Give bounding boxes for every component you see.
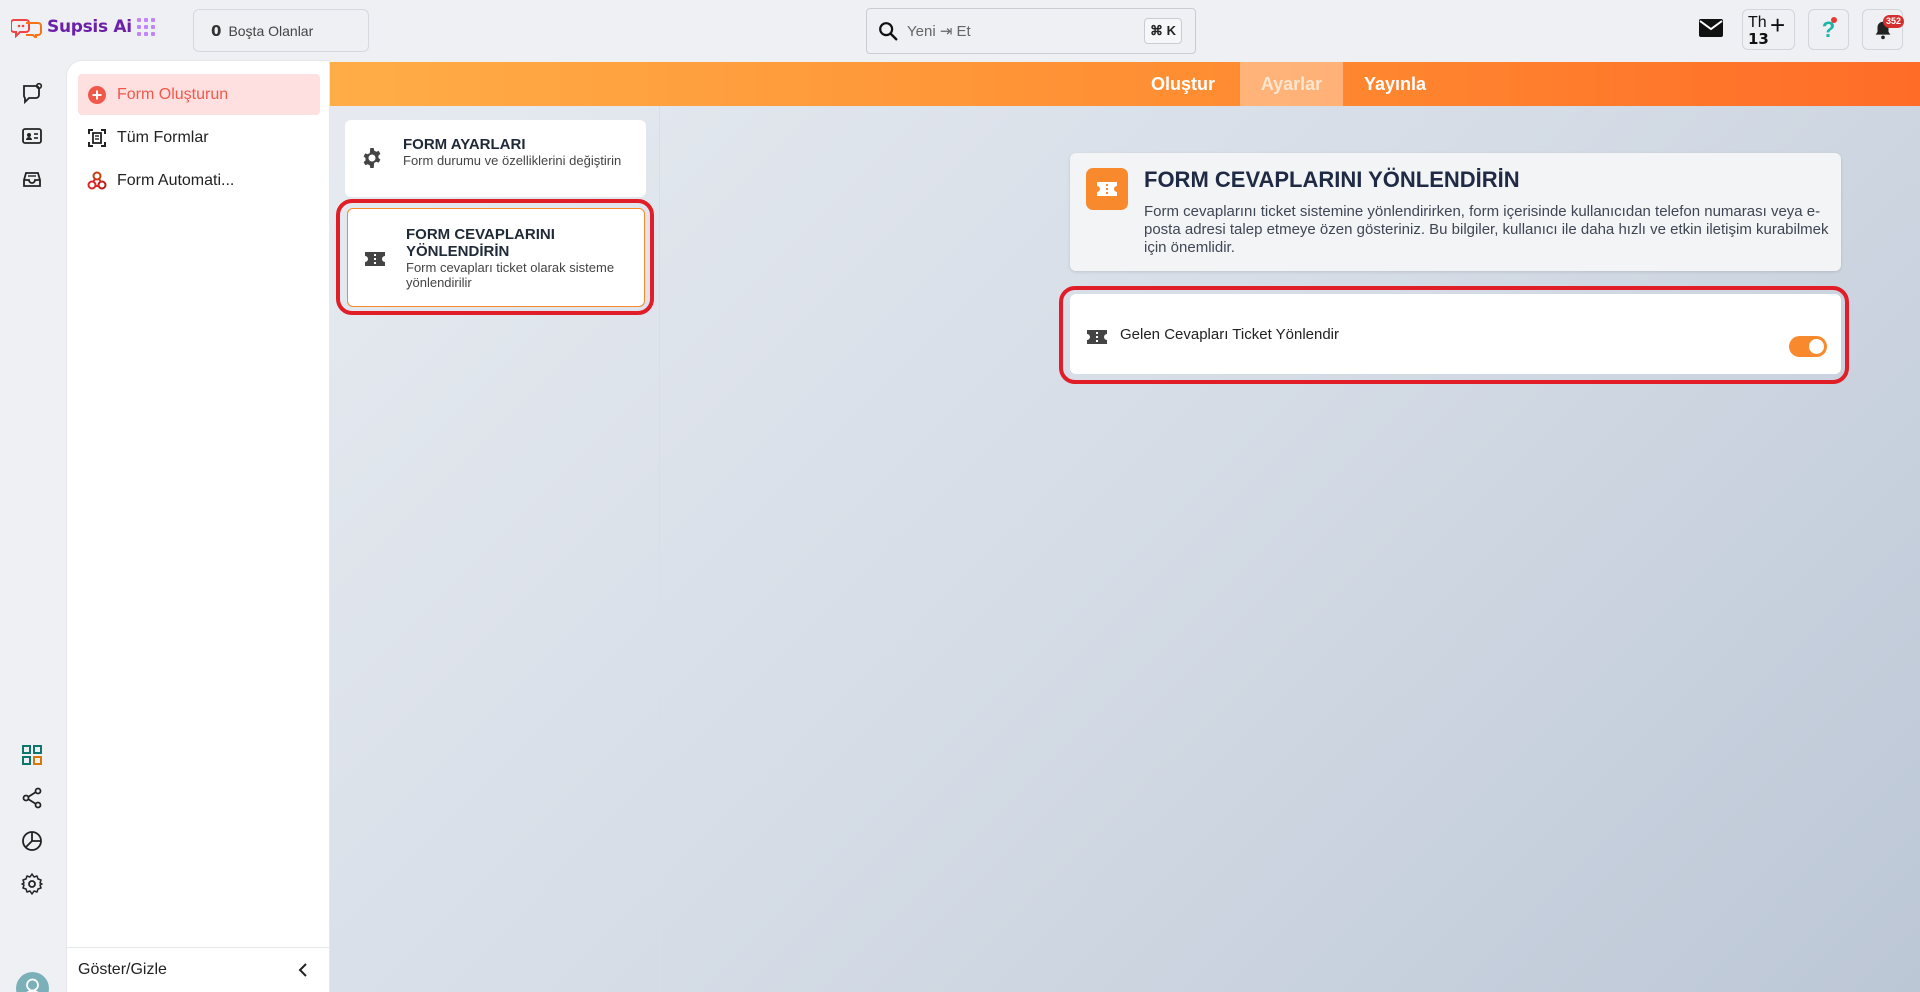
search-icon	[879, 22, 898, 41]
mail-icon[interactable]	[1698, 18, 1724, 38]
main-content: Oluştur Ayarlar Yayınla FORM AYARLARI Fo…	[330, 62, 1920, 992]
settings-card-form-settings[interactable]: FORM AYARLARI Form durumu ve özellikleri…	[345, 120, 646, 197]
menu-item-form-automation[interactable]: Form Automati...	[78, 160, 320, 201]
route-tickets-toggle[interactable]	[1789, 336, 1827, 357]
th-number: 13	[1748, 30, 1769, 48]
card-title: FORM AYARLARI	[403, 136, 526, 153]
settings-list: FORM AYARLARI Form durumu ve özellikleri…	[330, 106, 660, 992]
tab-publish[interactable]: Yayınla	[1347, 62, 1443, 106]
apps-grid-icon[interactable]	[137, 18, 155, 36]
idle-count: 0	[211, 21, 222, 40]
info-card: FORM CEVAPLARINI YÖNLENDİRİN Form cevapl…	[1070, 153, 1841, 271]
toggle-menu-footer[interactable]: Göster/Gizle	[67, 947, 330, 992]
card-subtitle: Form cevapları ticket olarak sisteme yön…	[406, 260, 615, 290]
toggle-label: Gelen Cevapları Ticket Yönlendir	[1120, 326, 1340, 343]
top-bar: Supsis Ai 0 Boşta Olanlar ⌘ K Th 13 + ? …	[0, 0, 1920, 60]
tab-settings[interactable]: Ayarlar	[1240, 62, 1343, 106]
menu-item-label: Form Oluşturun	[117, 85, 229, 103]
menu-item-create-form[interactable]: Form Oluşturun	[78, 74, 320, 115]
help-button[interactable]: ?	[1808, 9, 1849, 50]
automation-icon	[87, 171, 107, 189]
th-label: Th	[1748, 14, 1767, 31]
plus-icon: +	[1770, 10, 1786, 40]
menu-item-all-forms[interactable]: Tüm Formlar	[78, 117, 320, 158]
idle-agents-button[interactable]: 0 Boşta Olanlar	[193, 9, 369, 52]
card-subtitle: Form durumu ve özelliklerini değiştirin	[403, 153, 622, 168]
settings-card-route-responses[interactable]: FORM CEVAPLARINI YÖNLENDİRİN Form cevapl…	[347, 208, 645, 307]
app-logo[interactable]: Supsis Ai	[11, 16, 132, 38]
ticket-icon	[1097, 182, 1117, 196]
contacts-icon[interactable]	[20, 124, 44, 148]
search-shortcut: ⌘ K	[1144, 18, 1182, 44]
logo-icon	[11, 19, 42, 38]
info-description: Form cevaplarını ticket sistemine yönlen…	[1144, 203, 1829, 256]
card-title: FORM CEVAPLARINI YÖNLENDİRİN	[406, 226, 555, 260]
idle-label: Boşta Olanlar	[228, 22, 314, 39]
avatar[interactable]	[16, 972, 49, 992]
gear-icon[interactable]	[20, 872, 44, 896]
search-input[interactable]	[907, 22, 1127, 40]
help-dot	[1831, 17, 1837, 23]
tab-create[interactable]: Oluştur	[1138, 62, 1228, 106]
menu-item-label: Tüm Formlar	[117, 128, 209, 146]
chevron-left-icon[interactable]	[294, 961, 312, 979]
ticket-icon	[365, 252, 385, 266]
dashboard-icon[interactable]	[20, 743, 44, 767]
document-scan-icon	[88, 128, 106, 147]
menu-item-label: Form Automati...	[117, 171, 235, 189]
quick-create-button[interactable]: Th 13 +	[1742, 9, 1795, 50]
info-title: FORM CEVAPLARINI YÖNLENDİRİN	[1144, 167, 1520, 192]
gear-icon	[363, 148, 381, 168]
form-menu-panel: Form Oluşturun Tüm Formlar Form Automati…	[66, 60, 330, 992]
form-tabs-bar: Oluştur Ayarlar Yayınla	[330, 62, 1920, 106]
inbox-icon[interactable]	[20, 167, 44, 191]
info-icon-box	[1086, 168, 1128, 210]
notification-badge: 352	[1882, 15, 1904, 28]
toggle-menu-label: Göster/Gizle	[78, 961, 167, 978]
route-toggle-card: Gelen Cevapları Ticket Yönlendir	[1070, 294, 1841, 374]
notifications-button[interactable]: 352	[1862, 9, 1904, 50]
share-icon[interactable]	[20, 786, 44, 810]
toggle-knob	[1809, 339, 1824, 354]
icon-rail	[0, 60, 66, 992]
search-box[interactable]: ⌘ K	[866, 8, 1196, 54]
ticket-icon	[1087, 330, 1107, 344]
add-circle-icon	[88, 85, 106, 104]
reports-pie-icon[interactable]	[20, 829, 44, 853]
user-icon	[26, 978, 39, 992]
chat-icon[interactable]	[20, 81, 44, 105]
app-name: Supsis Ai	[47, 17, 132, 37]
